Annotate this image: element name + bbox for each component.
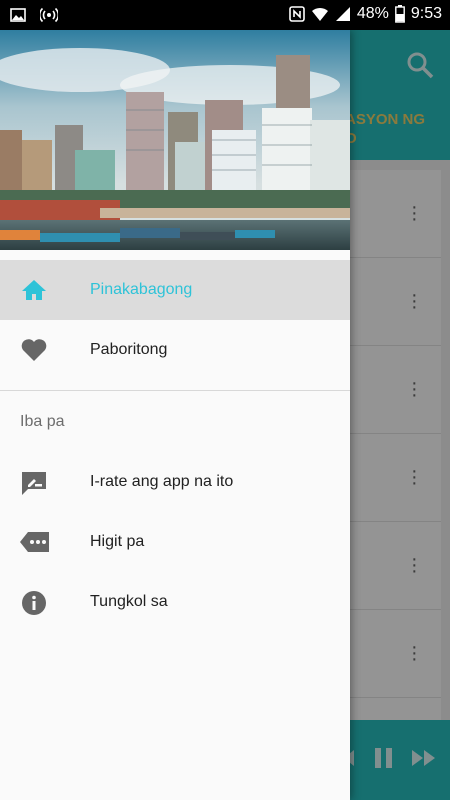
signal-icon <box>335 6 351 22</box>
wifi-icon <box>311 6 329 22</box>
image-icon <box>10 7 26 23</box>
clock: 9:53 <box>410 5 442 22</box>
nav-item-label: Pinakabagong <box>90 281 193 298</box>
rate-review-icon <box>20 470 48 495</box>
nfc-icon <box>289 6 305 22</box>
city-waterfront-image <box>0 30 350 250</box>
nav-item-label: Paboritong <box>90 341 168 358</box>
drawer-divider <box>0 390 350 391</box>
nav-item-favorites[interactable]: Paboritong <box>0 320 350 380</box>
nav-item-latest[interactable]: Pinakabagong <box>0 260 350 320</box>
heart-icon <box>20 338 48 362</box>
home-icon <box>20 278 48 302</box>
status-bar: 48% 9:53 <box>0 0 450 30</box>
battery-icon <box>394 5 405 23</box>
nav-item-label: Tungkol sa <box>90 593 168 610</box>
nav-item-rate-app[interactable]: I-rate ang app na ito <box>0 452 350 512</box>
nav-item-label: I-rate ang app na ito <box>90 473 234 490</box>
nav-item-more[interactable]: Higit pa <box>0 512 350 572</box>
section-header: Iba pa <box>20 413 65 430</box>
navigation-drawer: Pinakabagong Paboritong Iba pa I-rate an… <box>0 30 350 800</box>
nav-item-about[interactable]: Tungkol sa <box>0 572 350 632</box>
hotspot-icon <box>40 7 58 23</box>
battery-percent: 48% <box>356 5 389 22</box>
more-label-icon <box>20 530 49 554</box>
nav-item-label: Higit pa <box>90 533 145 550</box>
info-icon <box>20 590 48 615</box>
